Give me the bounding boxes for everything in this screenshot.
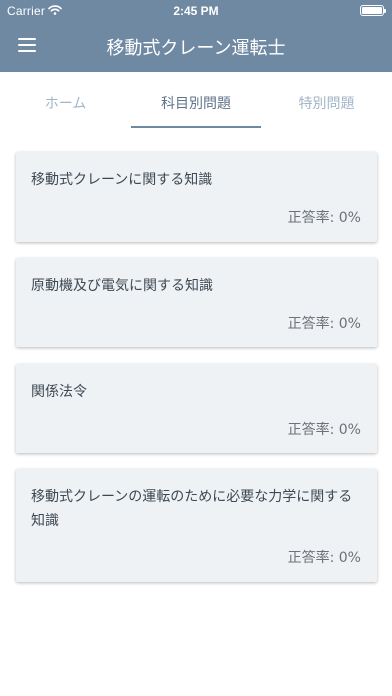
subject-accuracy-rate: 正答率: 0% bbox=[287, 550, 361, 566]
tab-home[interactable]: ホーム bbox=[0, 86, 131, 128]
subject-accuracy-rate: 正答率: 0% bbox=[287, 316, 361, 332]
tab-bar: ホーム 科目別問題 特別問題 bbox=[0, 86, 392, 130]
subject-title: 原動機及び電気に関する知識 bbox=[31, 278, 213, 294]
subject-title: 関係法令 bbox=[31, 384, 87, 400]
subject-card[interactable]: 関係法令 正答率: 0% bbox=[16, 364, 377, 453]
top-bar: Carrier 2:45 PM 移動式クレーン運転士 bbox=[0, 0, 392, 72]
subject-title: 移動式クレーンに関する知識 bbox=[31, 172, 213, 188]
subject-card[interactable]: 移動式クレーンの運転のために必要な力学に関する知識 正答率: 0% bbox=[16, 469, 377, 582]
battery-icon bbox=[360, 5, 386, 16]
active-tab-indicator bbox=[131, 126, 261, 128]
status-bar: Carrier 2:45 PM bbox=[0, 0, 392, 22]
subject-accuracy-rate: 正答率: 0% bbox=[287, 422, 361, 438]
tab-special-questions[interactable]: 特別問題 bbox=[261, 86, 392, 128]
tab-subject-questions[interactable]: 科目別問題 bbox=[131, 86, 261, 128]
subject-card[interactable]: 原動機及び電気に関する知識 正答率: 0% bbox=[16, 258, 377, 347]
status-time: 2:45 PM bbox=[173, 4, 219, 18]
subject-accuracy-rate: 正答率: 0% bbox=[287, 210, 361, 226]
page-title: 移動式クレーン運転士 bbox=[106, 38, 286, 59]
subject-card[interactable]: 移動式クレーンに関する知識 正答率: 0% bbox=[16, 152, 377, 242]
navigation-bar: 移動式クレーン運転士 bbox=[0, 22, 392, 72]
subject-title: 移動式クレーンの運転のために必要な力学に関する知識 bbox=[31, 489, 353, 529]
